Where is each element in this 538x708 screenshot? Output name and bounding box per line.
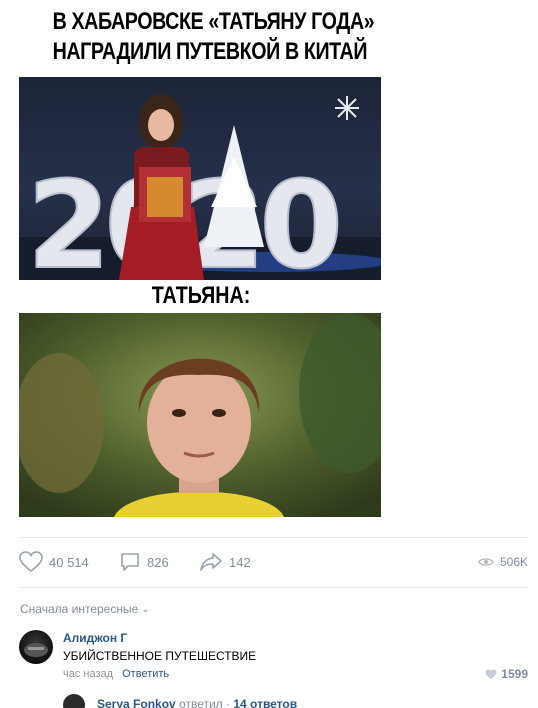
photo-girl-2020[interactable]: 2020: [19, 77, 381, 280]
thread-author: Serya Fonkov: [97, 697, 176, 708]
thread-separator: ·: [226, 697, 231, 708]
share-count: 142: [229, 554, 251, 570]
views-counter: 506K: [478, 548, 528, 576]
comment-avatar[interactable]: [19, 630, 53, 664]
views-count: 506K: [499, 555, 528, 569]
comment-meta: час назад Ответить: [63, 668, 169, 680]
photo-boy-drawing: [19, 313, 381, 517]
thread-replies-link[interactable]: Serya Fonkov ответил · 14 ответов: [97, 697, 297, 708]
meme-title: В ХАБАРОВСКЕ «ТАТЬЯНУ ГОДА» НАГРАДИЛИ ПУ…: [52, 7, 375, 67]
avatar-image: [24, 643, 48, 657]
photo-girl-2020-drawing: 2020: [19, 94, 381, 280]
thread-replies-count: 14 ответов: [233, 697, 298, 708]
chevron-down-icon: ⌄: [141, 603, 150, 615]
meme-title-line-1: В ХАБАРОВСКЕ «ТАТЬЯНУ ГОДА»: [52, 8, 375, 35]
thread-avatar[interactable]: [63, 694, 85, 708]
divider-bottom: [19, 587, 528, 588]
eye-icon: [478, 558, 494, 566]
divider-top: [19, 537, 528, 538]
comment-button[interactable]: 826: [119, 548, 169, 576]
share-icon: [200, 553, 222, 571]
comment-icon: [121, 553, 139, 571]
comment-time[interactable]: час назад: [63, 668, 113, 680]
like-count: 40 514: [49, 554, 89, 570]
photo-boy[interactable]: [19, 313, 381, 517]
comment-like-button[interactable]: 1599: [485, 667, 528, 681]
heart-icon: [19, 551, 43, 573]
comments-sort-label: Сначала интересные: [20, 602, 139, 616]
post-actions-bar: 40 514 826 142 506K: [19, 548, 528, 576]
share-button[interactable]: 142: [199, 548, 251, 576]
heart-icon: [485, 669, 497, 679]
comment-author[interactable]: Алиджон Г: [63, 631, 127, 645]
comment-like-count: 1599: [501, 667, 528, 681]
comment-count: 826: [147, 554, 169, 570]
reply-button[interactable]: Ответить: [122, 668, 169, 680]
meme-caption: ТАТЬЯНА:: [151, 282, 251, 309]
snowflake-icon: [335, 96, 359, 120]
meme-title-line-2: НАГРАДИЛИ ПУТЕВКОЙ В КИТАЙ: [52, 38, 368, 65]
comment-text: УБИЙСТВЕННОЕ ПУТЕШЕСТВИЕ: [63, 649, 257, 663]
comments-sort-dropdown[interactable]: Сначала интересные ⌄: [20, 602, 150, 616]
thread-action: ответил: [179, 697, 223, 708]
like-button[interactable]: 40 514: [19, 548, 89, 576]
